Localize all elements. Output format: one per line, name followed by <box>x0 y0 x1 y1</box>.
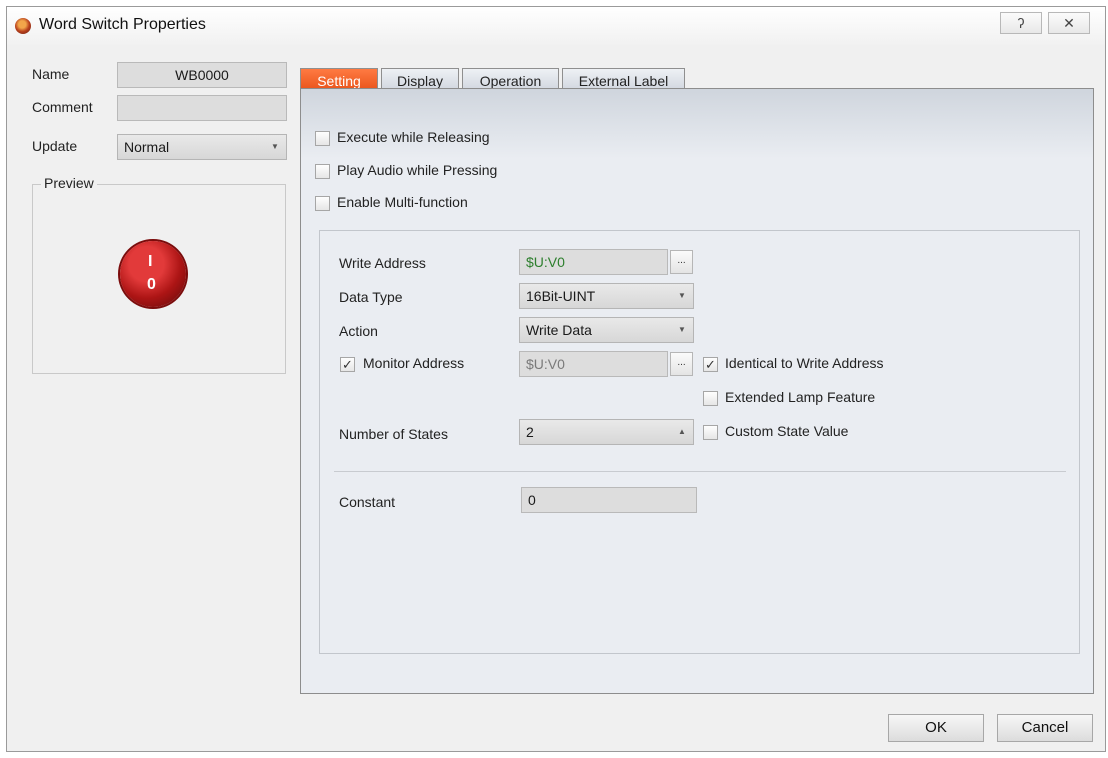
write-address-field[interactable]: $U:V0 <box>519 249 668 275</box>
switch-top-label: I <box>148 253 153 270</box>
action-label: Action <box>339 323 378 339</box>
name-label: Name <box>32 66 70 82</box>
execute-while-releasing-label: Execute while Releasing <box>337 129 490 145</box>
constant-field[interactable]: 0 <box>521 487 697 513</box>
monitor-address-label: Monitor Address <box>363 355 465 371</box>
play-audio-checkbox[interactable] <box>315 164 330 179</box>
comment-field[interactable] <box>117 95 287 121</box>
extended-lamp-checkbox[interactable] <box>703 391 718 406</box>
chevron-down-icon: ▼ <box>271 142 279 151</box>
extended-lamp-label: Extended Lamp Feature <box>725 389 876 405</box>
play-audio-label: Play Audio while Pressing <box>337 162 498 178</box>
enable-multifunction-checkbox[interactable] <box>315 196 330 211</box>
number-of-states-spinner[interactable]: 2 ▲ <box>519 419 694 445</box>
dialog-window: Word Switch Properties ʔ ✕ Name WB0000 C… <box>6 6 1106 752</box>
update-label: Update <box>32 138 78 154</box>
action-select[interactable]: Write Data ▼ <box>519 317 694 343</box>
monitor-address-field[interactable]: $U:V0 <box>519 351 668 377</box>
write-address-browse-button[interactable]: ... <box>670 250 693 274</box>
update-select[interactable]: Normal ▼ <box>117 134 287 160</box>
number-of-states-label: Number of States <box>339 426 448 442</box>
data-type-value: 16Bit-UINT <box>526 288 596 304</box>
action-value: Write Data <box>526 322 592 338</box>
cancel-button[interactable]: Cancel <box>997 714 1093 742</box>
comment-label: Comment <box>32 99 93 115</box>
identical-to-write-label: Identical to Write Address <box>725 355 884 371</box>
enable-multifunction-label: Enable Multi-function <box>337 194 468 210</box>
monitor-address-checkbox[interactable]: ✓ <box>340 357 355 372</box>
chevron-down-icon: ▼ <box>678 291 686 300</box>
custom-state-value-label: Custom State Value <box>725 423 849 439</box>
close-button[interactable]: ✕ <box>1048 12 1090 34</box>
write-address-label: Write Address <box>339 255 426 271</box>
switch-bottom-label: 0 <box>147 276 156 293</box>
execute-while-releasing-checkbox[interactable] <box>315 131 330 146</box>
ok-button[interactable]: OK <box>888 714 984 742</box>
chevron-down-icon: ▼ <box>678 325 686 334</box>
chevron-up-icon: ▲ <box>678 427 686 436</box>
app-icon <box>15 18 31 34</box>
identical-to-write-checkbox[interactable]: ✓ <box>703 357 718 372</box>
section-divider <box>334 471 1066 472</box>
close-icon: ✕ <box>1063 14 1075 31</box>
address-settings-group <box>319 230 1080 654</box>
number-of-states-value: 2 <box>526 424 534 440</box>
data-type-label: Data Type <box>339 289 403 305</box>
help-button[interactable]: ʔ <box>1000 12 1042 34</box>
name-field[interactable]: WB0000 <box>117 62 287 88</box>
switch-preview-icon: I 0 <box>120 241 186 307</box>
preview-group: Preview I 0 <box>32 175 286 374</box>
constant-label: Constant <box>339 494 396 510</box>
monitor-address-browse-button[interactable]: ... <box>670 352 693 376</box>
preview-label: Preview <box>41 175 97 191</box>
window-title: Word Switch Properties <box>39 16 206 33</box>
data-type-select[interactable]: 16Bit-UINT ▼ <box>519 283 694 309</box>
help-icon: ʔ <box>1017 15 1025 31</box>
update-value: Normal <box>124 139 170 155</box>
title-bar: Word Switch Properties ʔ ✕ <box>7 7 1105 45</box>
custom-state-value-checkbox[interactable] <box>703 425 718 440</box>
